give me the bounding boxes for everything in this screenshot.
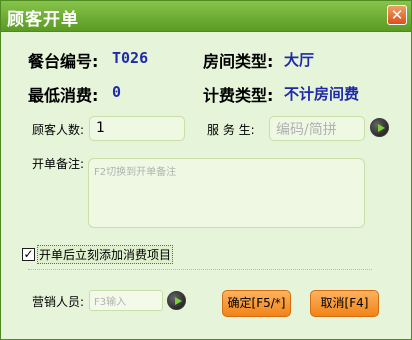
room-type-value: 大厅 [284,51,315,69]
confirm-button[interactable]: 确定[F5/*] [222,290,291,317]
table-no-label: 餐台编号: [28,52,99,71]
billing-type-label: 计费类型: [203,86,274,105]
guest-count-label: 顾客人数: [32,123,85,137]
remark-placeholder: F2切换到开单备注 [94,167,177,178]
waiter-go-icon[interactable] [370,118,389,137]
remark-textarea[interactable]: F2切换到开单备注 [88,158,365,228]
min-spend-value: 0 [112,83,122,101]
separator [28,269,372,270]
billing-type-value: 不计房间费 [284,85,360,103]
sales-placeholder: F3输入 [94,297,127,308]
close-icon[interactable]: ✕ [387,5,407,25]
auto-add-checkbox[interactable]: ✓ [22,248,35,261]
waiter-label: 服 务 生: [207,123,255,137]
min-spend-label: 最低消费: [28,86,99,105]
auto-add-label[interactable]: 开单后立刻添加消费项目 [37,245,174,264]
guest-count-input[interactable]: 1 [89,116,185,141]
open-order-dialog: 顾客开单 ✕ 餐台编号: T026 房间类型: 大厅 最低消费: 0 计费类型:… [0,0,412,340]
remark-label: 开单备注: [32,157,85,171]
table-no-value: T026 [112,49,149,67]
sales-label: 营销人员: [32,295,85,309]
title-bar: 顾客开单 ✕ [1,1,411,32]
cancel-button[interactable]: 取消[F4] [310,290,379,317]
sales-input[interactable]: F3输入 [89,290,163,311]
waiter-input[interactable]: 编码/简拼 [269,116,365,141]
dialog-title: 顾客开单 [7,10,79,30]
waiter-placeholder: 编码/简拼 [276,122,337,138]
sales-go-icon[interactable] [167,291,186,310]
room-type-label: 房间类型: [203,52,274,71]
